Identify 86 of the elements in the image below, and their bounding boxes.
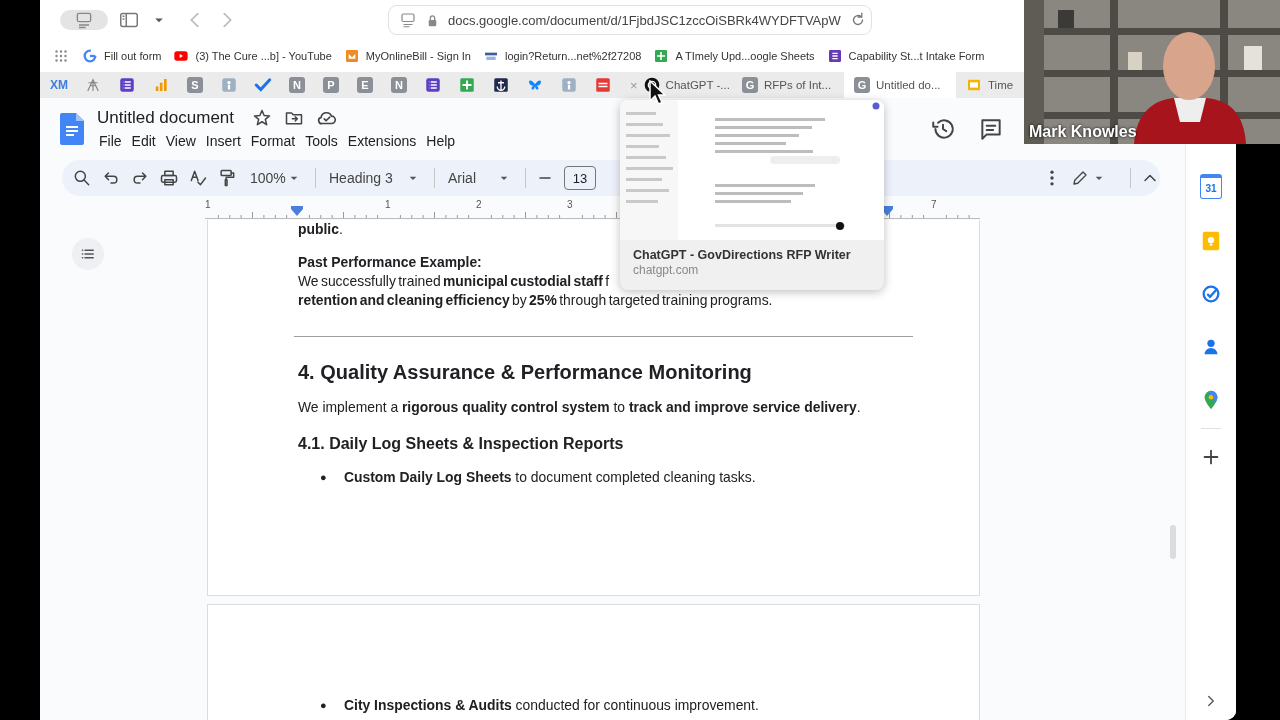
tab-title: RFPs of Int...	[764, 79, 832, 91]
ruler-number: 7	[931, 199, 937, 210]
menu-item[interactable]: Edit	[126, 131, 161, 151]
zoom-dropdown[interactable]: 100%	[246, 170, 306, 186]
ruler-number: 3	[567, 199, 573, 210]
pencil-icon	[1071, 169, 1089, 187]
list-item-text: Custom Daily Log Sheets to document completed cleaning tasks.	[344, 468, 756, 487]
menu-item[interactable]: Tools	[300, 131, 343, 151]
history-icon[interactable]	[930, 116, 956, 142]
preview-domain: chatgpt.com	[633, 263, 700, 277]
print-icon[interactable]	[159, 168, 179, 188]
calendar-icon[interactable]: 31	[1200, 174, 1222, 199]
menu-item[interactable]: Insert	[200, 131, 246, 151]
style-dropdown[interactable]: Heading 3	[325, 170, 425, 186]
comment-icon[interactable]	[978, 116, 1004, 142]
indent-marker[interactable]	[291, 206, 303, 216]
text-line: We successfully trained municipal custodial staff f	[298, 272, 610, 291]
bookmark-label: MyOnlineBill - Sign In	[365, 50, 471, 62]
document-title[interactable]: Untitled document	[97, 108, 235, 128]
letter-icon: P	[323, 77, 339, 93]
tasks-icon[interactable]	[1200, 283, 1222, 305]
symbol-icon	[84, 76, 102, 94]
tab-title: Untitled do...	[876, 79, 941, 91]
bookmark[interactable]: MyOnlineBill - Sign In	[343, 48, 471, 64]
bookmark[interactable]: Capability St...t Intake Form	[826, 48, 985, 64]
tab-group-button[interactable]	[60, 10, 108, 30]
menu-item[interactable]: File	[94, 131, 127, 151]
star-icon[interactable]	[252, 108, 273, 128]
bookmark-label: (3) The Cure ...b] - YouTube	[195, 50, 332, 62]
preview-title: ChatGPT - GovDirections RFP Writer	[633, 248, 852, 262]
bookmark-label: Fill out form	[104, 50, 162, 62]
bookmark-icon	[343, 48, 360, 64]
bookmark[interactable]: A TImely Upd...oogle Sheets	[653, 48, 815, 64]
letter-icon: G	[854, 77, 870, 93]
browser-tab[interactable]: G RFPs of Int...	[732, 72, 844, 98]
letter-icon: N	[289, 77, 305, 93]
browser-tab[interactable]: G Untitled do...	[844, 72, 956, 98]
ruler-number: 1	[205, 199, 211, 210]
outline-button[interactable]	[72, 238, 104, 270]
paragraph: public.	[298, 220, 343, 239]
bullet-icon: ●	[320, 696, 344, 715]
letter-icon: G	[742, 77, 758, 93]
bookmark-label: A TImely Upd...oogle Sheets	[675, 50, 815, 62]
subsection-heading: 4.1. Daily Log Sheets & Inspection Reports	[298, 434, 625, 454]
bullet-icon: ●	[320, 468, 344, 487]
menu-item[interactable]: Help	[421, 131, 461, 151]
bookmark-icon	[826, 48, 843, 64]
font-dropdown[interactable]: Arial	[444, 170, 516, 186]
address-field[interactable]: docs.google.com/document/d/1FjbdJSC1zccOiSBRk4WYDFTVApW	[388, 5, 872, 35]
bookmark-icon	[82, 48, 98, 64]
scrollbar-thumb[interactable]	[1170, 525, 1176, 559]
bookmark-label: Capability St...t Intake Form	[848, 50, 985, 62]
bookmark[interactable]: (3) The Cure ...b] - YouTube	[173, 48, 332, 64]
tab-icon-text: XM	[50, 78, 68, 92]
window-icon	[74, 10, 94, 30]
bookmark-icon	[173, 48, 190, 64]
slides-icon	[966, 77, 982, 93]
font-size-field[interactable]: 13	[564, 166, 596, 190]
section-heading: 4. Quality Assurance & Performance Monitoring	[298, 360, 753, 385]
browser-tab[interactable]: Time	[956, 72, 1018, 98]
letter-icon: S	[187, 77, 203, 93]
list-item-text: City Inspections & Audits conducted for continuous improvement.	[344, 696, 759, 715]
letter-icon: N	[391, 77, 407, 93]
bookmark-label: login?Return...net%2f27208	[505, 50, 642, 62]
ruler-number: 1	[385, 199, 391, 210]
participant-name: Mark Knowles	[1029, 123, 1137, 141]
menu-item[interactable]: Extensions	[342, 131, 422, 151]
letter-icon: E	[357, 77, 373, 93]
paragraph-label: Past Performance Example:	[298, 253, 482, 272]
text-line: retention and cleaning efficiency by 25% through targeted training programs.	[298, 291, 773, 310]
menu-item[interactable]: Format	[245, 131, 301, 151]
bookmark[interactable]: Fill out form	[82, 48, 162, 64]
ruler-number: 2	[476, 199, 482, 210]
spellcheck-icon[interactable]	[188, 168, 208, 188]
bookmark-icon	[653, 48, 670, 64]
url-text: docs.google.com/document/d/1FjbdJSC1zccOiSBRk4WYDFTVApW	[448, 12, 841, 28]
paragraph: We implement a rigorous quality control system to track and improve service delivery.	[298, 398, 861, 417]
apps-icon[interactable]	[52, 47, 70, 65]
tab-title: Time	[988, 79, 1014, 91]
paint-format-icon[interactable]	[217, 168, 237, 188]
tab-title: ChatGPT -...	[665, 79, 730, 91]
bookmark[interactable]: login?Return...net%2f27208	[483, 48, 642, 64]
reader-icon	[399, 11, 417, 29]
search-icon[interactable]	[72, 168, 92, 188]
menu-item[interactable]: View	[160, 131, 201, 151]
docs-logo-icon[interactable]	[60, 113, 84, 145]
